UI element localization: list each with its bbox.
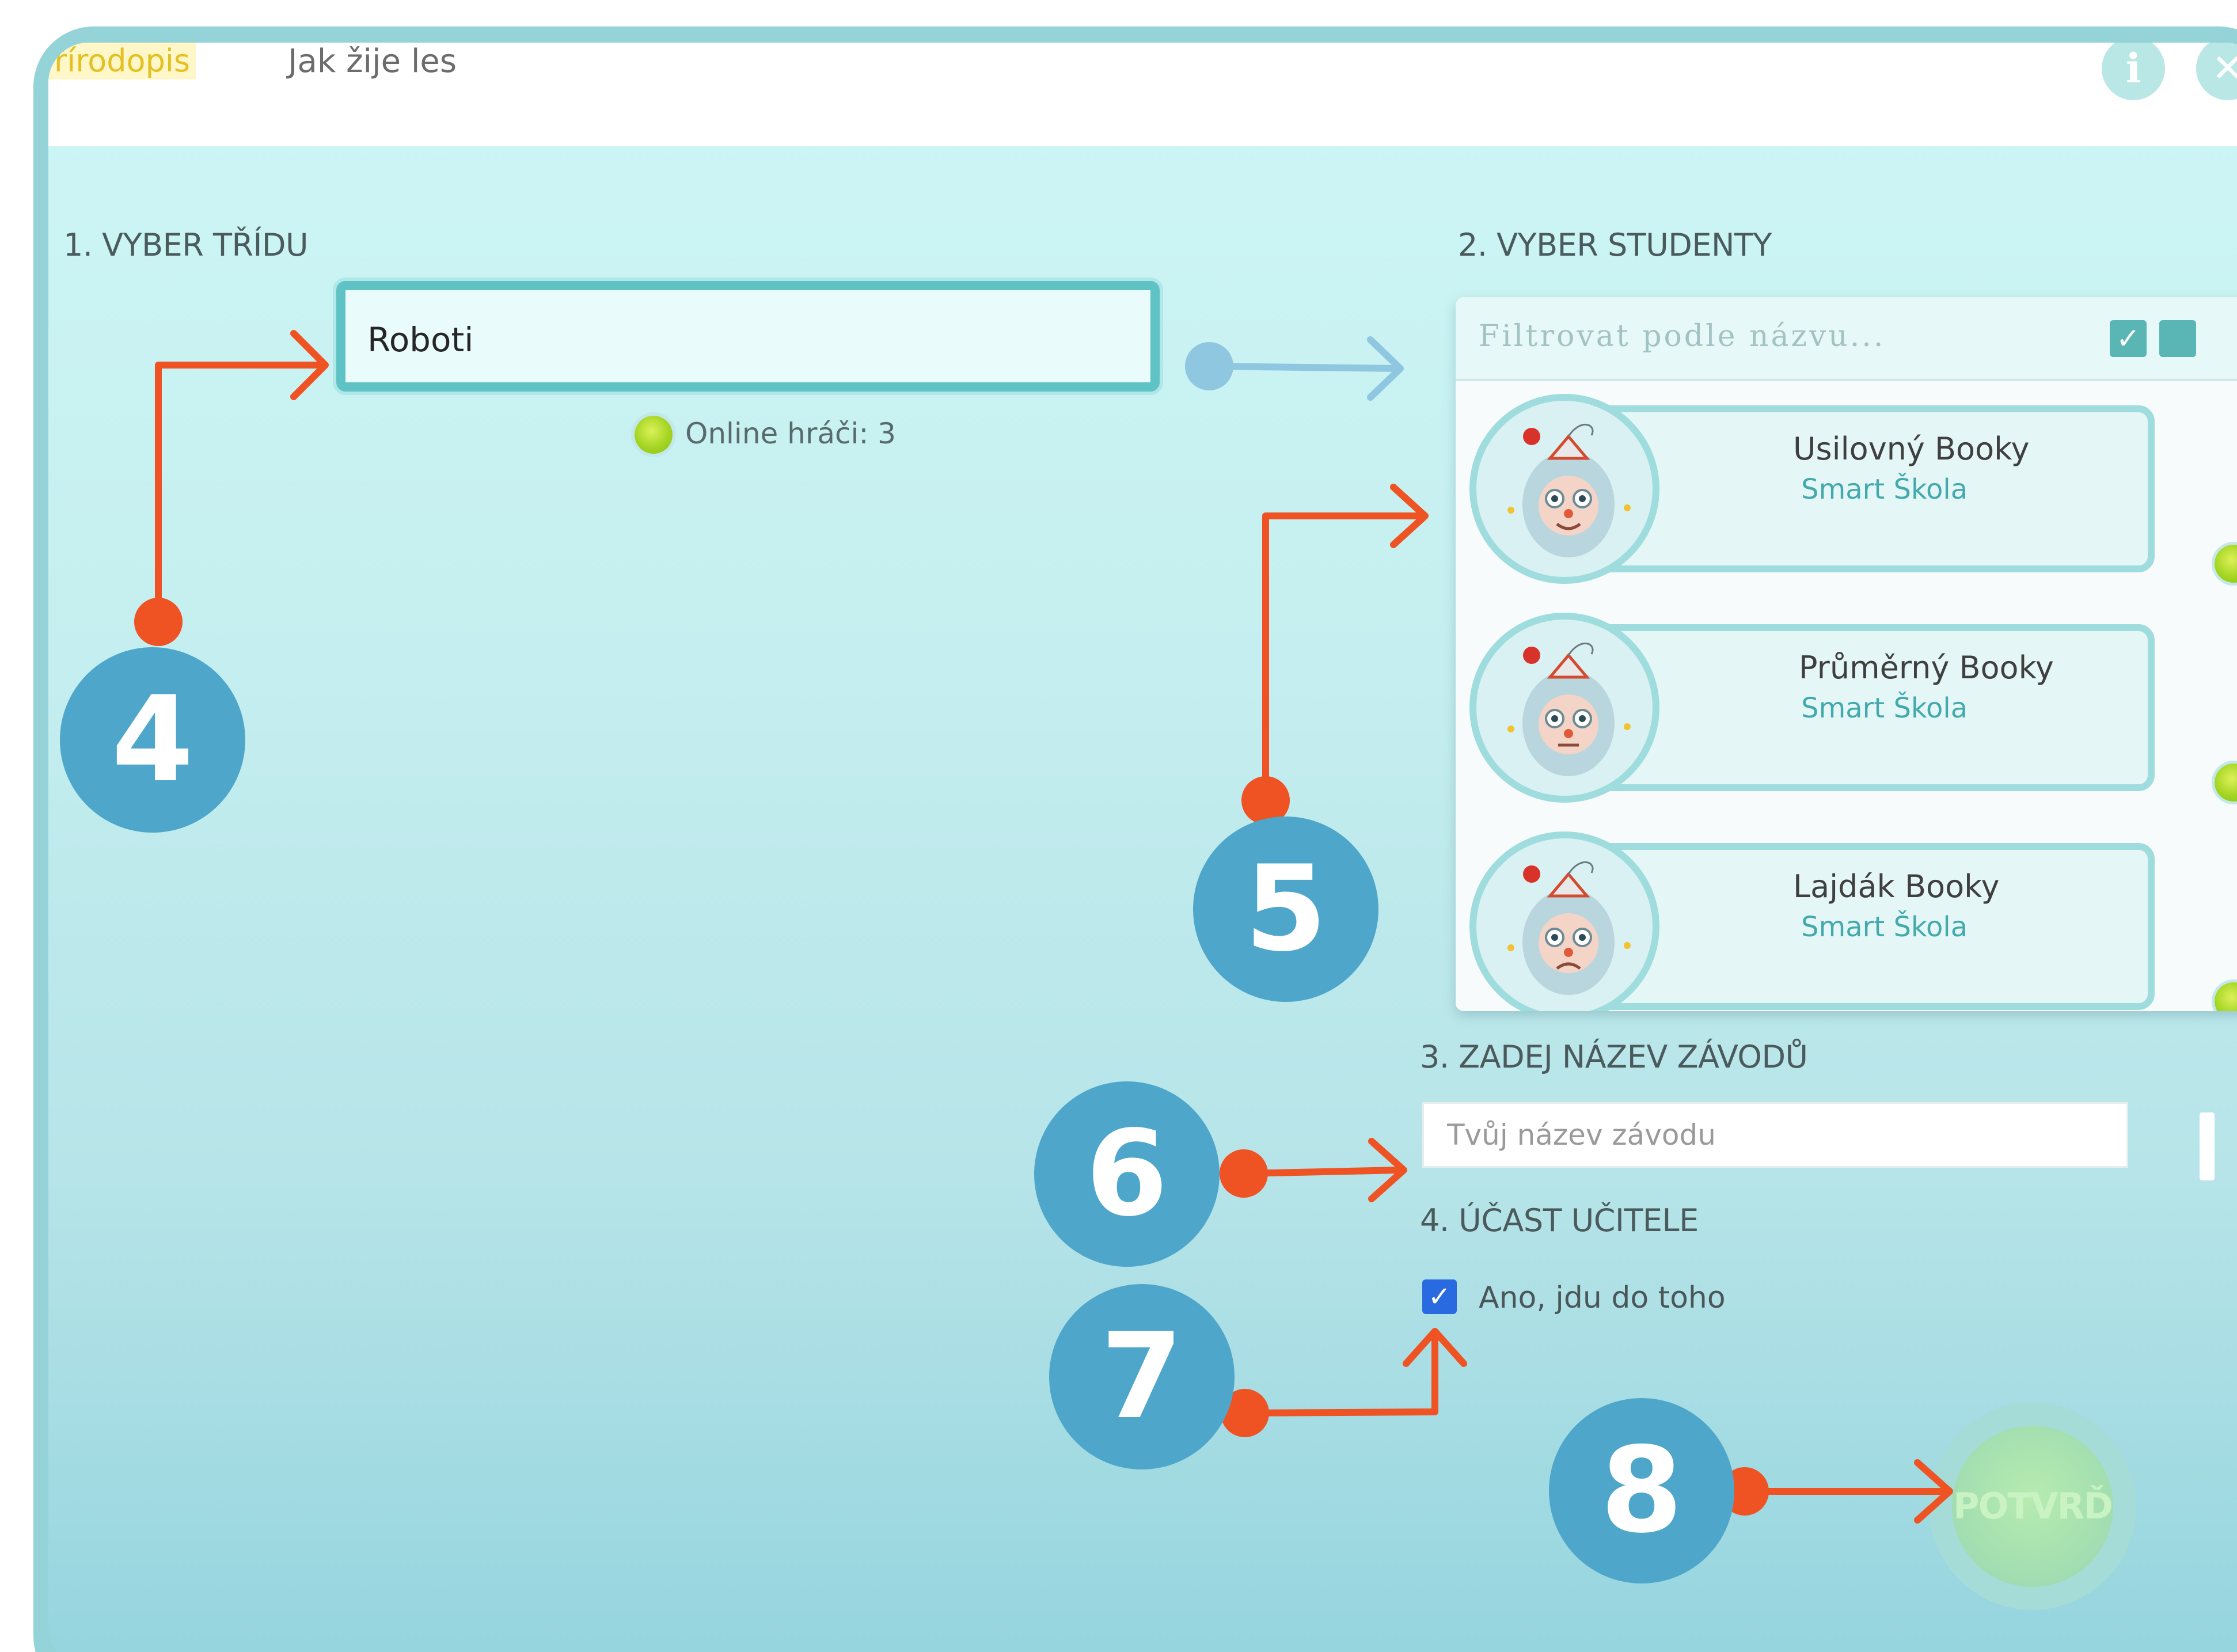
screenshot: řírodopis Jak žije les i ✕ 1. VYBER TŘÍD… — [0, 0, 2237, 1652]
annotation-badge: 8 — [1549, 1398, 1734, 1583]
annotation-badge: 4 — [60, 647, 245, 833]
annotation-badge: 6 — [1034, 1081, 1220, 1267]
annotation-badge: 5 — [1193, 816, 1378, 1002]
annotation-badge: 7 — [1049, 1284, 1235, 1469]
